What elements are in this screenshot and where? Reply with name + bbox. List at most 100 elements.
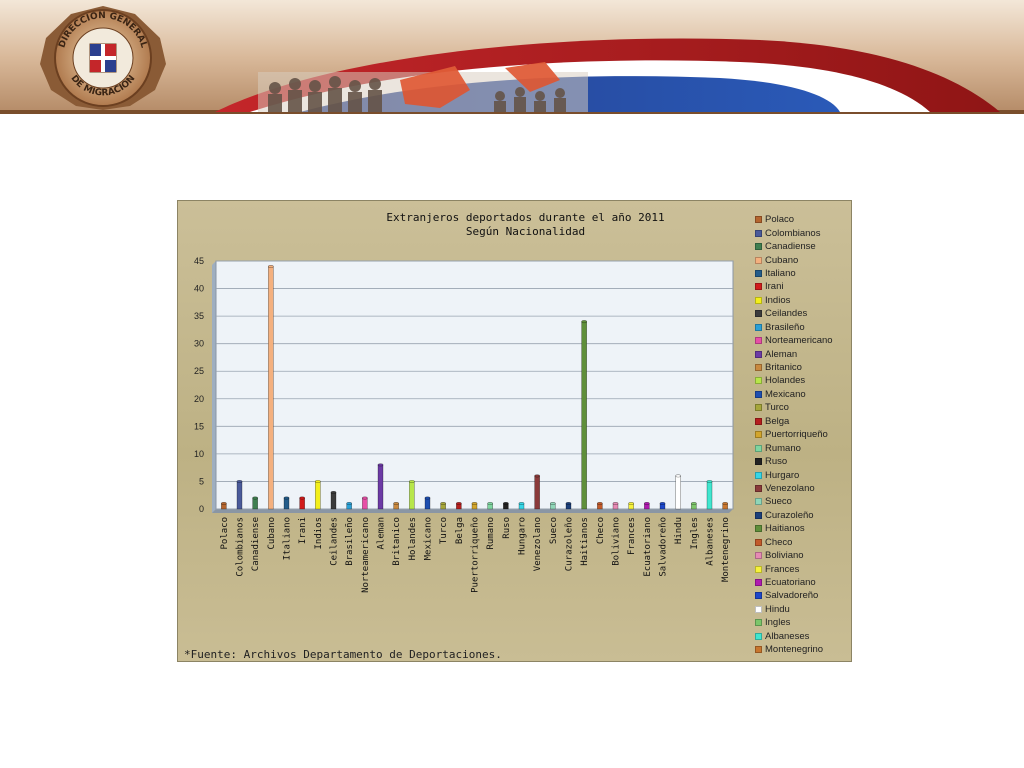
bar-albaneses: [706, 479, 713, 510]
bar-polaco: [221, 501, 227, 510]
bar-norteamericano: [362, 496, 368, 510]
legend-swatch: [755, 323, 762, 331]
legend-item: Cubano: [755, 253, 851, 266]
bar-ruso: [503, 501, 509, 510]
y-tick-label: 30: [194, 339, 204, 349]
bar-cubano: [268, 265, 274, 510]
legend-label: Hindu: [765, 603, 790, 615]
x-tick-label: Aleman: [377, 517, 387, 550]
legend-item: Irani: [755, 280, 851, 293]
bar-chart-plot: 0 5 10 15 20 25 30 35 40 45 Polaco Colombianos Canad…: [194, 256, 734, 593]
chart-legend: Polaco Colombianos Canadiense Cubano Italian…: [755, 213, 851, 656]
legend-label: Brasileño: [765, 321, 805, 333]
legend-item: Montenegrino: [755, 643, 851, 656]
legend-label: Curazoleño: [765, 509, 814, 521]
x-tick-label: Italiano: [283, 517, 293, 560]
bar-brasileño: [346, 501, 352, 510]
legend-swatch: [755, 256, 762, 264]
legend-label: Ecuatoriano: [765, 577, 816, 589]
legend-item: Colombianos: [755, 226, 851, 239]
legend-label: Holandes: [765, 375, 806, 387]
x-tick-label: Hungaro: [518, 517, 528, 555]
x-tick-label: Cubano: [267, 517, 277, 550]
x-tick-label: Puertorriqueño: [471, 517, 481, 593]
x-tick-label: Brasileño: [345, 517, 355, 566]
bar-montenegrino: [722, 501, 728, 510]
legend-label: Sueco: [765, 496, 792, 508]
x-tick-label: Ingles: [690, 517, 700, 550]
y-tick-label: 35: [194, 311, 204, 321]
legend-swatch: [755, 431, 762, 439]
bar-boliviano: [612, 501, 619, 510]
legend-item: Salvadoreño: [755, 589, 851, 602]
legend-swatch: [755, 364, 762, 372]
legend-swatch: [755, 444, 762, 452]
bar-ecuatoriano: [644, 501, 650, 510]
y-tick-label: 0: [199, 504, 204, 514]
plot-side-wall: [212, 261, 216, 513]
legend-item: Checo: [755, 536, 851, 549]
legend-swatch: [755, 296, 762, 304]
legend-label: Cubano: [765, 254, 799, 266]
legend-label: Salvadoreño: [765, 590, 819, 602]
legend-swatch: [755, 552, 762, 560]
x-tick-label: Ruso: [502, 517, 512, 539]
plot-floor: [212, 509, 733, 513]
legend-item: Mexicano: [755, 388, 851, 401]
legend-swatch: [755, 632, 762, 640]
legend-item: Sueco: [755, 495, 851, 508]
legend-label: Boliviano: [765, 550, 804, 562]
legend-swatch: [755, 404, 762, 412]
legend-swatch: [755, 538, 762, 546]
legend-item: Rumano: [755, 441, 851, 454]
y-tick-label: 15: [194, 421, 204, 431]
legend-item: Hindu: [755, 603, 851, 616]
x-tick-label: Turco: [439, 517, 449, 544]
bar-venezolano: [534, 474, 540, 510]
y-tick-label: 25: [194, 366, 204, 376]
x-tick-label: Sueco: [549, 517, 559, 544]
legend-item: Holandes: [755, 374, 851, 387]
legend-swatch: [755, 498, 762, 506]
x-tick-label: Irani: [298, 517, 308, 544]
y-tick-label: 5: [199, 476, 204, 486]
legend-label: Puertorriqueño: [765, 429, 828, 441]
legend-label: Belga: [765, 415, 790, 427]
legend-swatch: [755, 605, 762, 613]
y-tick-label: 10: [194, 449, 204, 459]
legend-label: Irani: [765, 281, 784, 293]
bar-ceilandes: [330, 490, 337, 510]
legend-item: Italiano: [755, 267, 851, 280]
x-tick-label: Curazoleño: [565, 517, 575, 571]
legend-swatch: [755, 525, 762, 533]
legend-swatch: [755, 511, 762, 519]
x-tick-label: Boliviano: [612, 517, 622, 566]
bar-sueco: [550, 501, 556, 510]
legend-label: Aleman: [765, 348, 798, 360]
legend-label: Ruso: [765, 456, 788, 468]
x-tick-label: Salvadoreño: [659, 517, 669, 577]
bar-puertorriqueño: [471, 501, 478, 510]
bar-italiano: [283, 496, 290, 510]
legend-item: Britanico: [755, 361, 851, 374]
legend-item: Boliviano: [755, 549, 851, 562]
x-tick-label: Mexicano: [424, 517, 434, 560]
bar-holandes: [409, 479, 415, 510]
legend-swatch: [755, 283, 762, 291]
legend-item: Puertorriqueño: [755, 428, 851, 441]
bar-indios: [315, 479, 321, 510]
legend-label: Mexicano: [765, 388, 806, 400]
legend-swatch: [755, 458, 762, 466]
legend-swatch: [755, 592, 762, 600]
legend-swatch: [755, 565, 762, 573]
legend-swatch: [755, 310, 762, 318]
bar-belga: [456, 501, 462, 510]
bar-salvadoreño: [659, 501, 666, 510]
legend-item: Albaneses: [755, 630, 851, 643]
x-tick-label: Norteamericano: [361, 517, 371, 593]
x-tick-label: Indios: [314, 517, 324, 550]
legend-item: Ecuatoriano: [755, 576, 851, 589]
legend-swatch: [755, 619, 762, 627]
bar-irani: [299, 496, 305, 510]
y-tick-label: 45: [194, 256, 204, 266]
